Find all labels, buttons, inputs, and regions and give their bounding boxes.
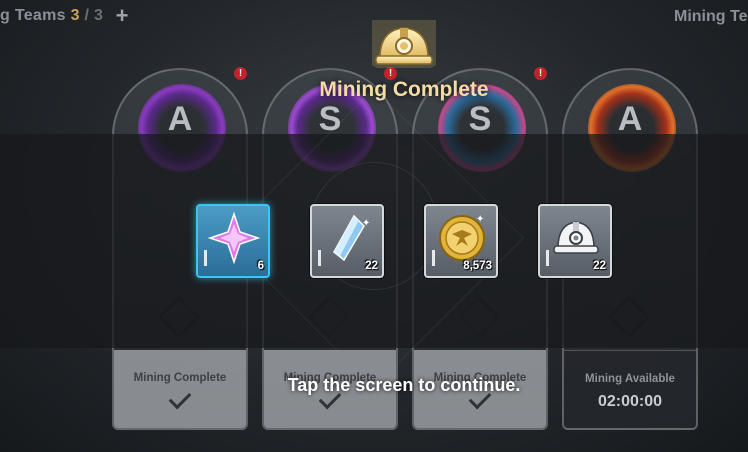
reward-slot[interactable]: ✦ 8,573 bbox=[424, 204, 498, 278]
miner-helmet-icon bbox=[358, 10, 450, 74]
reward-slot[interactable]: 6 bbox=[196, 204, 270, 278]
highlight-mark bbox=[204, 250, 207, 266]
add-team-button[interactable]: + bbox=[110, 5, 134, 29]
reward-slot[interactable]: ✦ 22 bbox=[310, 204, 384, 278]
teams-label-text: g Teams bbox=[0, 7, 66, 24]
reward-quantity: 22 bbox=[593, 260, 606, 272]
reward-quantity: 8,573 bbox=[463, 260, 492, 272]
tap-to-continue-hint[interactable]: Tap the screen to continue. bbox=[0, 375, 748, 396]
reward-slot[interactable]: 22 bbox=[538, 204, 612, 278]
svg-text:✦: ✦ bbox=[476, 214, 484, 225]
svg-text:✦: ✦ bbox=[362, 218, 370, 229]
highlight-mark bbox=[318, 250, 321, 266]
teams-max-count: 3 bbox=[94, 7, 104, 24]
gold-coin-icon: ✦ bbox=[439, 214, 485, 261]
reward-quantity: 6 bbox=[257, 260, 264, 272]
popup-title: Mining Complete bbox=[319, 78, 489, 101]
highlight-mark bbox=[546, 250, 549, 266]
highlight-mark bbox=[432, 250, 435, 266]
teams-separator: / bbox=[84, 7, 90, 24]
mining-teams-label: g Teams 3 / 3 bbox=[0, 7, 103, 25]
reward-quantity: 22 bbox=[365, 260, 378, 272]
purple-crystal-icon bbox=[207, 211, 261, 265]
miner-helmet-icon bbox=[553, 221, 599, 254]
blue-crystal-icon: ✦ bbox=[333, 214, 370, 262]
teams-current-count: 3 bbox=[70, 7, 80, 24]
mining-tab-label[interactable]: Mining Te bbox=[674, 8, 748, 26]
